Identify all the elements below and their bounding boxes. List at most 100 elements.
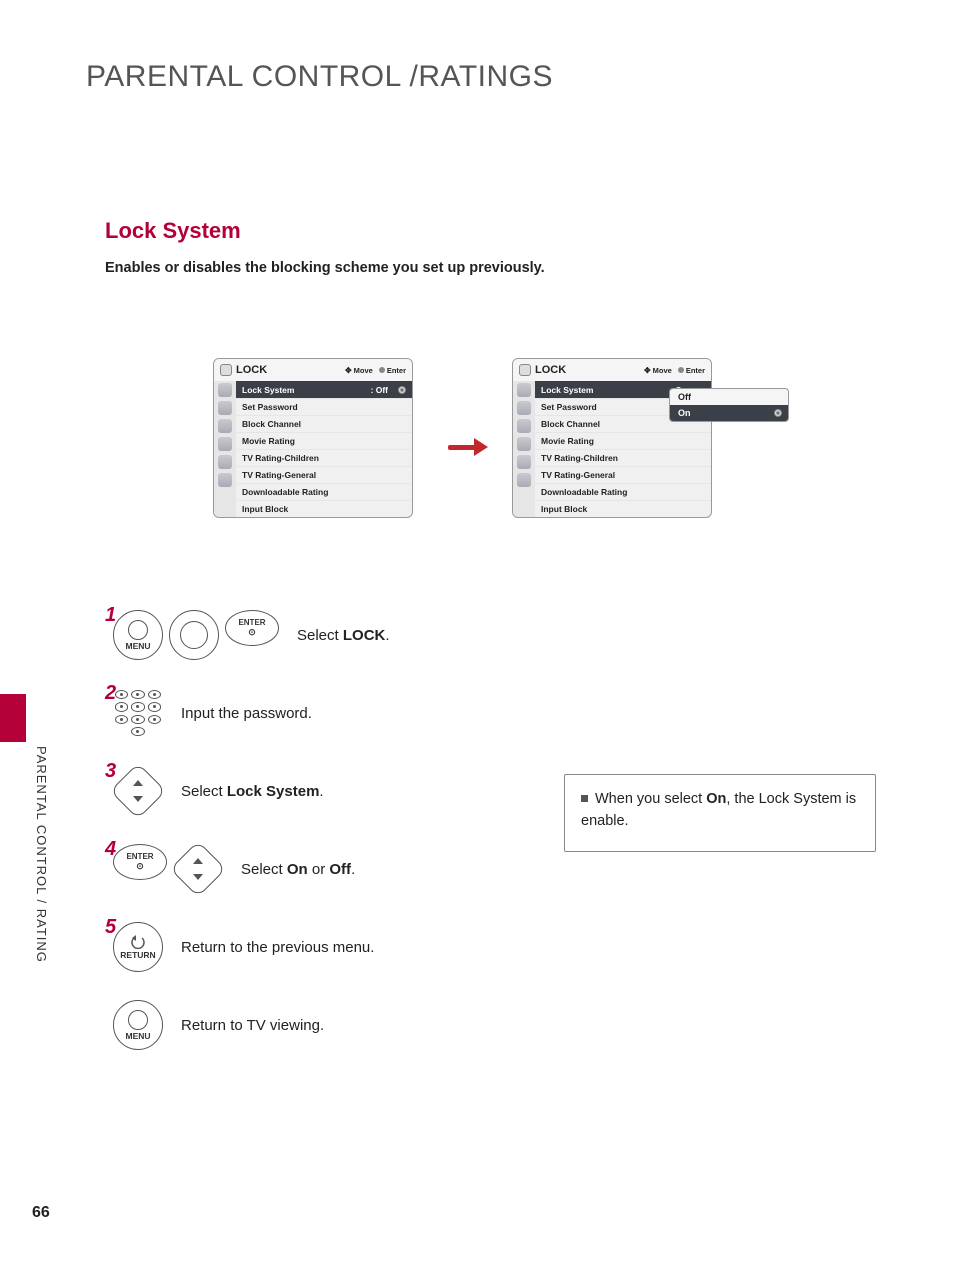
up-down-button-icon — [173, 844, 223, 894]
return-button-icon: RETURN — [113, 922, 163, 972]
osd-item[interactable]: TV Rating-Children — [236, 449, 412, 466]
category-icon — [218, 455, 232, 469]
radio-icon — [398, 386, 406, 394]
step-text: Select On or Off. — [241, 861, 355, 878]
category-icon — [218, 401, 232, 415]
option-label: Off — [678, 392, 691, 402]
osd-title: LOCK — [535, 364, 566, 376]
bullet-icon — [581, 795, 588, 802]
osd-item[interactable]: Downloadable Rating — [236, 483, 412, 500]
category-icon — [218, 419, 232, 433]
osd-item[interactable]: Movie Rating — [535, 432, 711, 449]
osd-item-lock-system[interactable]: Lock System : Off — [236, 381, 412, 398]
step-text: Return to the previous menu. — [181, 939, 374, 956]
step-1: 1 MENU ENTER ⊙ Select LOCK. — [105, 610, 585, 660]
button-label: MENU — [125, 641, 150, 651]
osd-header: LOCK ✥Move Enter — [513, 359, 711, 381]
osd-item-label: Downloadable Rating — [541, 487, 627, 497]
osd-list: Lock System : Off Set Password Block Cha… — [236, 381, 412, 517]
up-down-button-icon — [113, 766, 163, 816]
osd-item-label: Input Block — [242, 504, 288, 514]
osd-category-icons — [214, 381, 236, 517]
category-icon — [218, 473, 232, 487]
osd-item-label: TV Rating-Children — [242, 453, 319, 463]
osd-item-label: Lock System — [242, 385, 294, 395]
section-title: Lock System — [105, 218, 241, 244]
osd-item[interactable]: TV Rating-General — [236, 466, 412, 483]
osd-item-label: TV Rating-General — [242, 470, 316, 480]
osd-item-value: : Off — [371, 385, 388, 395]
osd-item-label: Movie Rating — [242, 436, 295, 446]
page-title: PARENTAL CONTROL /RATINGS — [86, 60, 553, 94]
osd-item-label: TV Rating-Children — [541, 453, 618, 463]
move-icon: ✥ — [644, 366, 651, 375]
step-number: 4 — [105, 838, 116, 861]
step-3: 3 Select Lock System. — [105, 766, 585, 816]
move-icon: ✥ — [345, 366, 352, 375]
osd-item[interactable]: TV Rating-Children — [535, 449, 711, 466]
osd-header: LOCK ✥Move Enter — [214, 359, 412, 381]
steps-list: 1 MENU ENTER ⊙ Select LOCK. 2 I — [105, 610, 585, 1078]
button-label: MENU — [125, 1031, 150, 1041]
category-icon — [517, 437, 531, 451]
side-tab-accent — [0, 694, 26, 742]
step-6: MENU Return to TV viewing. — [105, 1000, 585, 1050]
section-description: Enables or disables the blocking scheme … — [105, 260, 545, 276]
osd-item-label: Block Channel — [242, 419, 301, 429]
number-pad-icon — [113, 688, 163, 738]
enter-icon — [678, 367, 684, 373]
enter-button-icon: ENTER ⊙ — [113, 844, 167, 880]
button-label: ENTER — [126, 852, 153, 861]
step-text: Select LOCK. — [297, 627, 390, 644]
submenu-option-off[interactable]: Off — [670, 389, 788, 405]
lock-icon — [220, 364, 232, 376]
osd-item-label: Lock System — [541, 385, 593, 395]
hint-enter: Enter — [686, 366, 705, 375]
step-text: Input the password. — [181, 705, 312, 722]
lock-icon — [519, 364, 531, 376]
osd-item-label: Set Password — [242, 402, 298, 412]
dpad-icon — [169, 610, 219, 660]
step-5: 5 RETURN Return to the previous menu. — [105, 922, 585, 972]
osd-menu-after: LOCK ✥Move Enter Lock System : On Set Pa… — [512, 358, 712, 518]
submenu-option-on[interactable]: On — [670, 405, 788, 421]
osd-item-label: Set Password — [541, 402, 597, 412]
step-text: Return to TV viewing. — [181, 1017, 324, 1034]
osd-item[interactable]: Input Block — [236, 500, 412, 517]
osd-item[interactable]: Set Password — [236, 398, 412, 415]
step-text: Select Lock System. — [181, 783, 324, 800]
page-number: 66 — [32, 1204, 50, 1222]
step-4: 4 ENTER ⊙ Select On or Off. — [105, 844, 585, 894]
menu-button-icon: MENU — [113, 610, 163, 660]
enter-button-icon: ENTER ⊙ — [225, 610, 279, 646]
osd-item-label: Downloadable Rating — [242, 487, 328, 497]
side-tab-label: PARENTAL CONTROL / RATING — [34, 746, 49, 963]
radio-icon — [774, 409, 782, 417]
option-label: On — [678, 408, 691, 418]
hint-enter: Enter — [387, 366, 406, 375]
osd-title: LOCK — [236, 364, 267, 376]
menu-button-icon: MENU — [113, 1000, 163, 1050]
osd-item[interactable]: TV Rating-General — [535, 466, 711, 483]
hint-move: Move — [653, 366, 672, 375]
osd-item[interactable]: Input Block — [535, 500, 711, 517]
osd-submenu: Off On — [669, 388, 789, 422]
osd-item-label: Block Channel — [541, 419, 600, 429]
category-icon — [517, 383, 531, 397]
step-2: 2 Input the password. — [105, 688, 585, 738]
button-label: RETURN — [120, 950, 155, 960]
hint-move: Move — [354, 366, 373, 375]
osd-item[interactable]: Movie Rating — [236, 432, 412, 449]
arrow-icon — [448, 440, 488, 454]
osd-item-label: Input Block — [541, 504, 587, 514]
note-box: When you select On, the Lock System is e… — [564, 774, 876, 852]
category-icon — [218, 437, 232, 451]
osd-item[interactable]: Downloadable Rating — [535, 483, 711, 500]
enter-icon — [379, 367, 385, 373]
osd-item-label: TV Rating-General — [541, 470, 615, 480]
button-label: ENTER — [238, 618, 265, 627]
osd-item-label: Movie Rating — [541, 436, 594, 446]
osd-menu-before: LOCK ✥Move Enter Lock System : Off Set P… — [213, 358, 413, 518]
category-icon — [218, 383, 232, 397]
osd-item[interactable]: Block Channel — [236, 415, 412, 432]
